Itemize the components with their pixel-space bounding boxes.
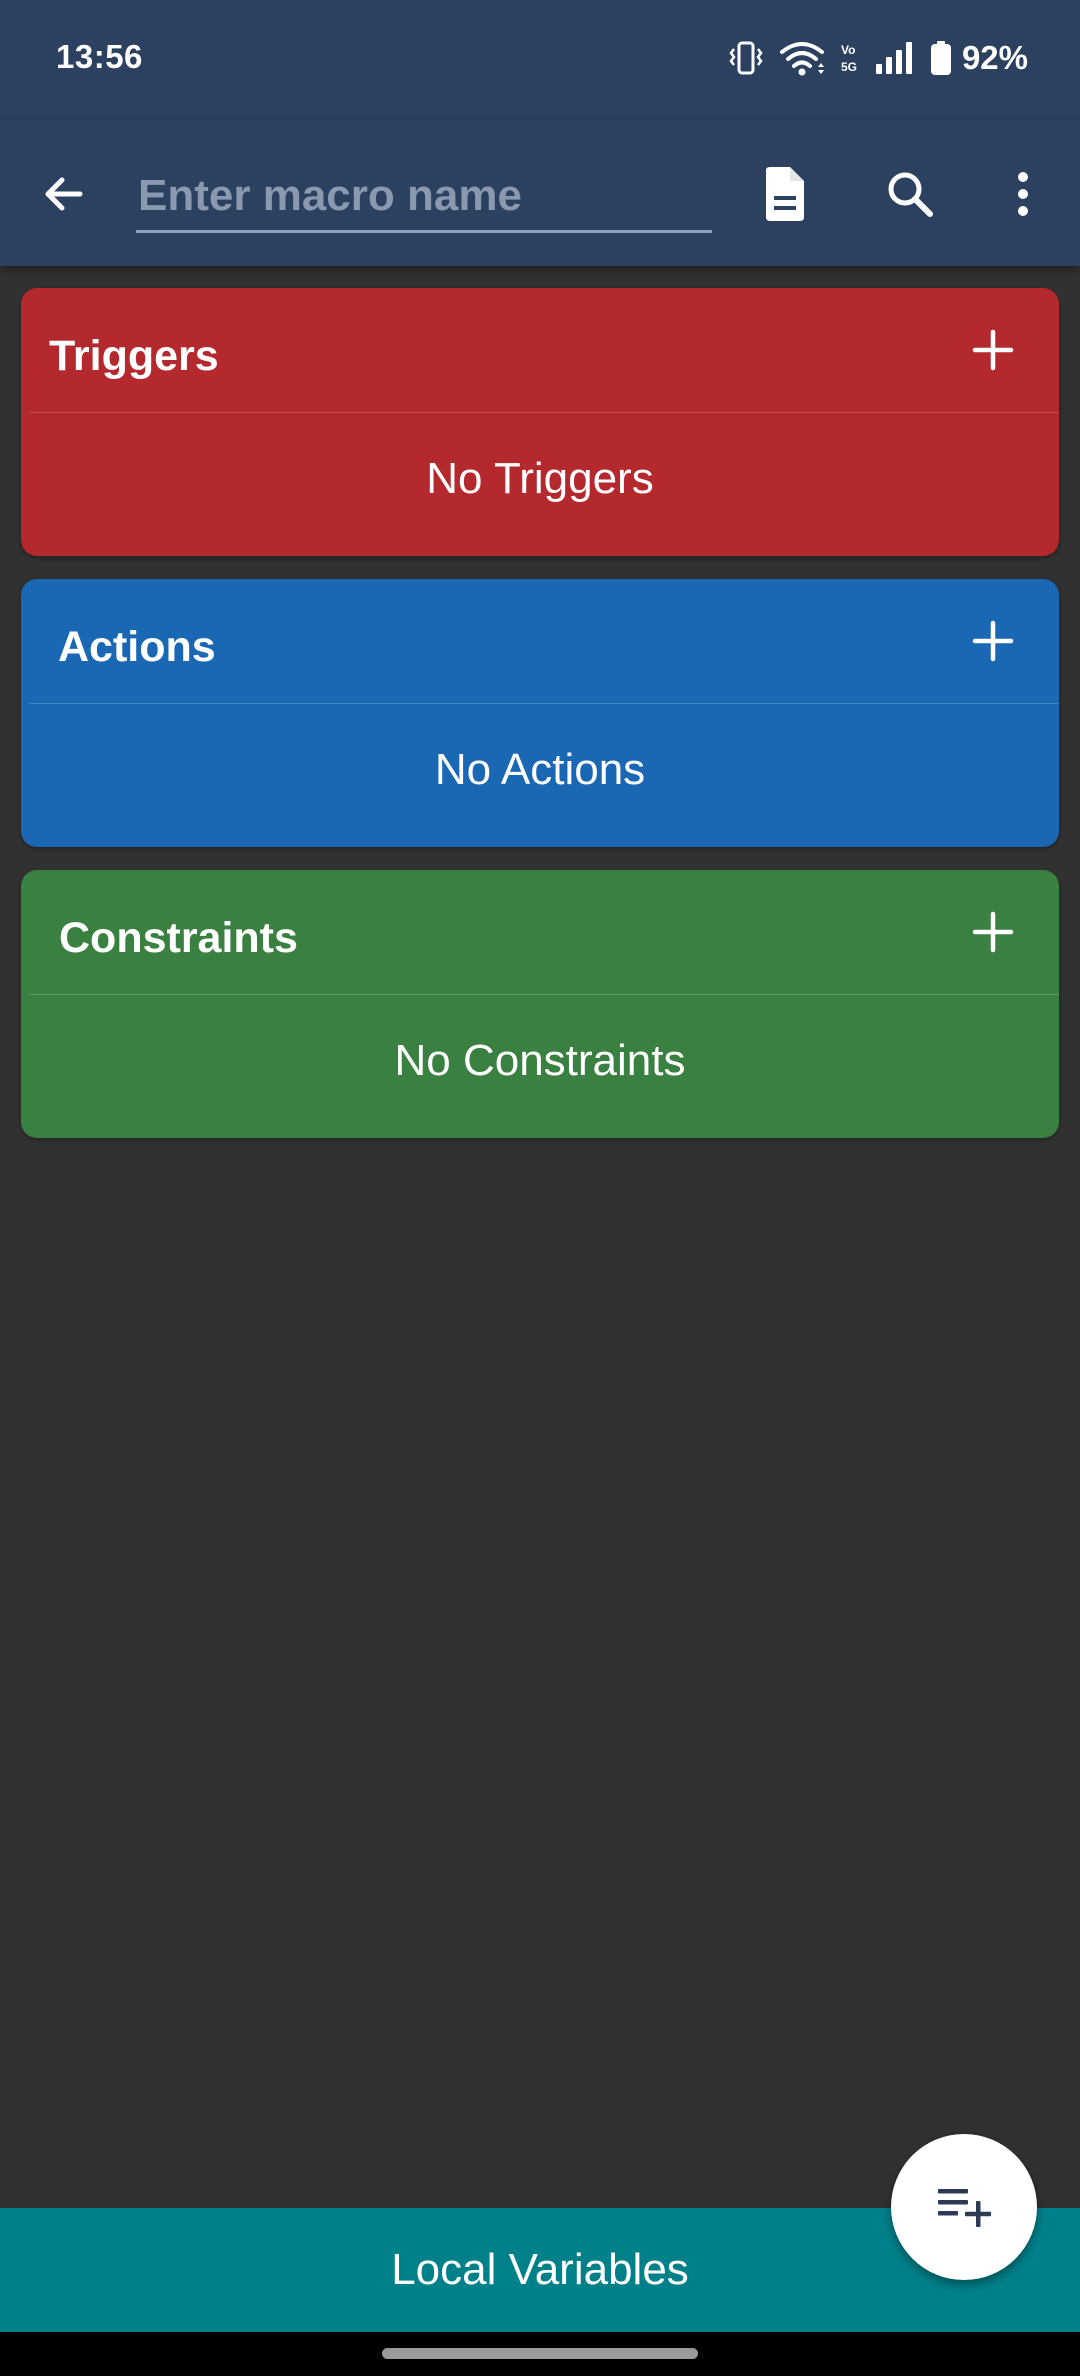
macro-name-input[interactable]	[136, 168, 712, 233]
navigation-bar	[0, 2332, 1080, 2376]
no-actions-label: No Actions	[434, 745, 646, 794]
add-trigger-icon[interactable]	[969, 326, 1017, 374]
add-constraint-icon[interactable]	[969, 908, 1017, 956]
signal-icon	[874, 40, 916, 76]
vibrate-icon	[728, 39, 764, 77]
search-icon[interactable]	[880, 164, 940, 224]
battery-icon	[930, 40, 952, 76]
no-constraints-label: No Constraints	[394, 1036, 686, 1085]
triggers-divider	[29, 412, 1059, 413]
constraints-divider	[29, 994, 1059, 995]
actions-card: Actions No Actions	[21, 579, 1059, 847]
no-triggers-label: No Triggers	[426, 454, 654, 503]
volte-icon: Vo 5G	[840, 40, 860, 76]
status-bar: 13:56 Vo 5G 92%	[0, 0, 1080, 120]
svg-text:5G: 5G	[841, 60, 857, 74]
back-arrow-icon[interactable]	[34, 164, 94, 224]
constraints-header: Constraints	[21, 870, 1059, 994]
local-variables-label: Local Variables	[391, 2245, 689, 2294]
actions-title: Actions	[58, 623, 216, 671]
triggers-card: Triggers No Triggers	[21, 288, 1059, 556]
constraints-card: Constraints No Constraints	[21, 870, 1059, 1138]
add-action-icon[interactable]	[969, 617, 1017, 665]
toolbar	[0, 120, 1080, 266]
triggers-header: Triggers	[21, 288, 1059, 412]
playlist-add-icon	[934, 2181, 994, 2234]
constraints-title: Constraints	[59, 914, 298, 962]
add-macro-fab[interactable]	[891, 2134, 1037, 2280]
document-icon[interactable]	[754, 164, 814, 224]
svg-text:Vo: Vo	[841, 43, 855, 57]
actions-header: Actions	[21, 579, 1059, 703]
more-vert-icon[interactable]	[993, 164, 1053, 224]
home-gesture-pill[interactable]	[382, 2348, 698, 2359]
wifi-icon	[778, 39, 826, 77]
actions-divider	[29, 703, 1059, 704]
triggers-title: Triggers	[49, 332, 219, 380]
status-icons: Vo 5G 92%	[728, 36, 1028, 80]
status-time: 13:56	[56, 38, 143, 75]
battery-percent: 92%	[961, 39, 1028, 76]
